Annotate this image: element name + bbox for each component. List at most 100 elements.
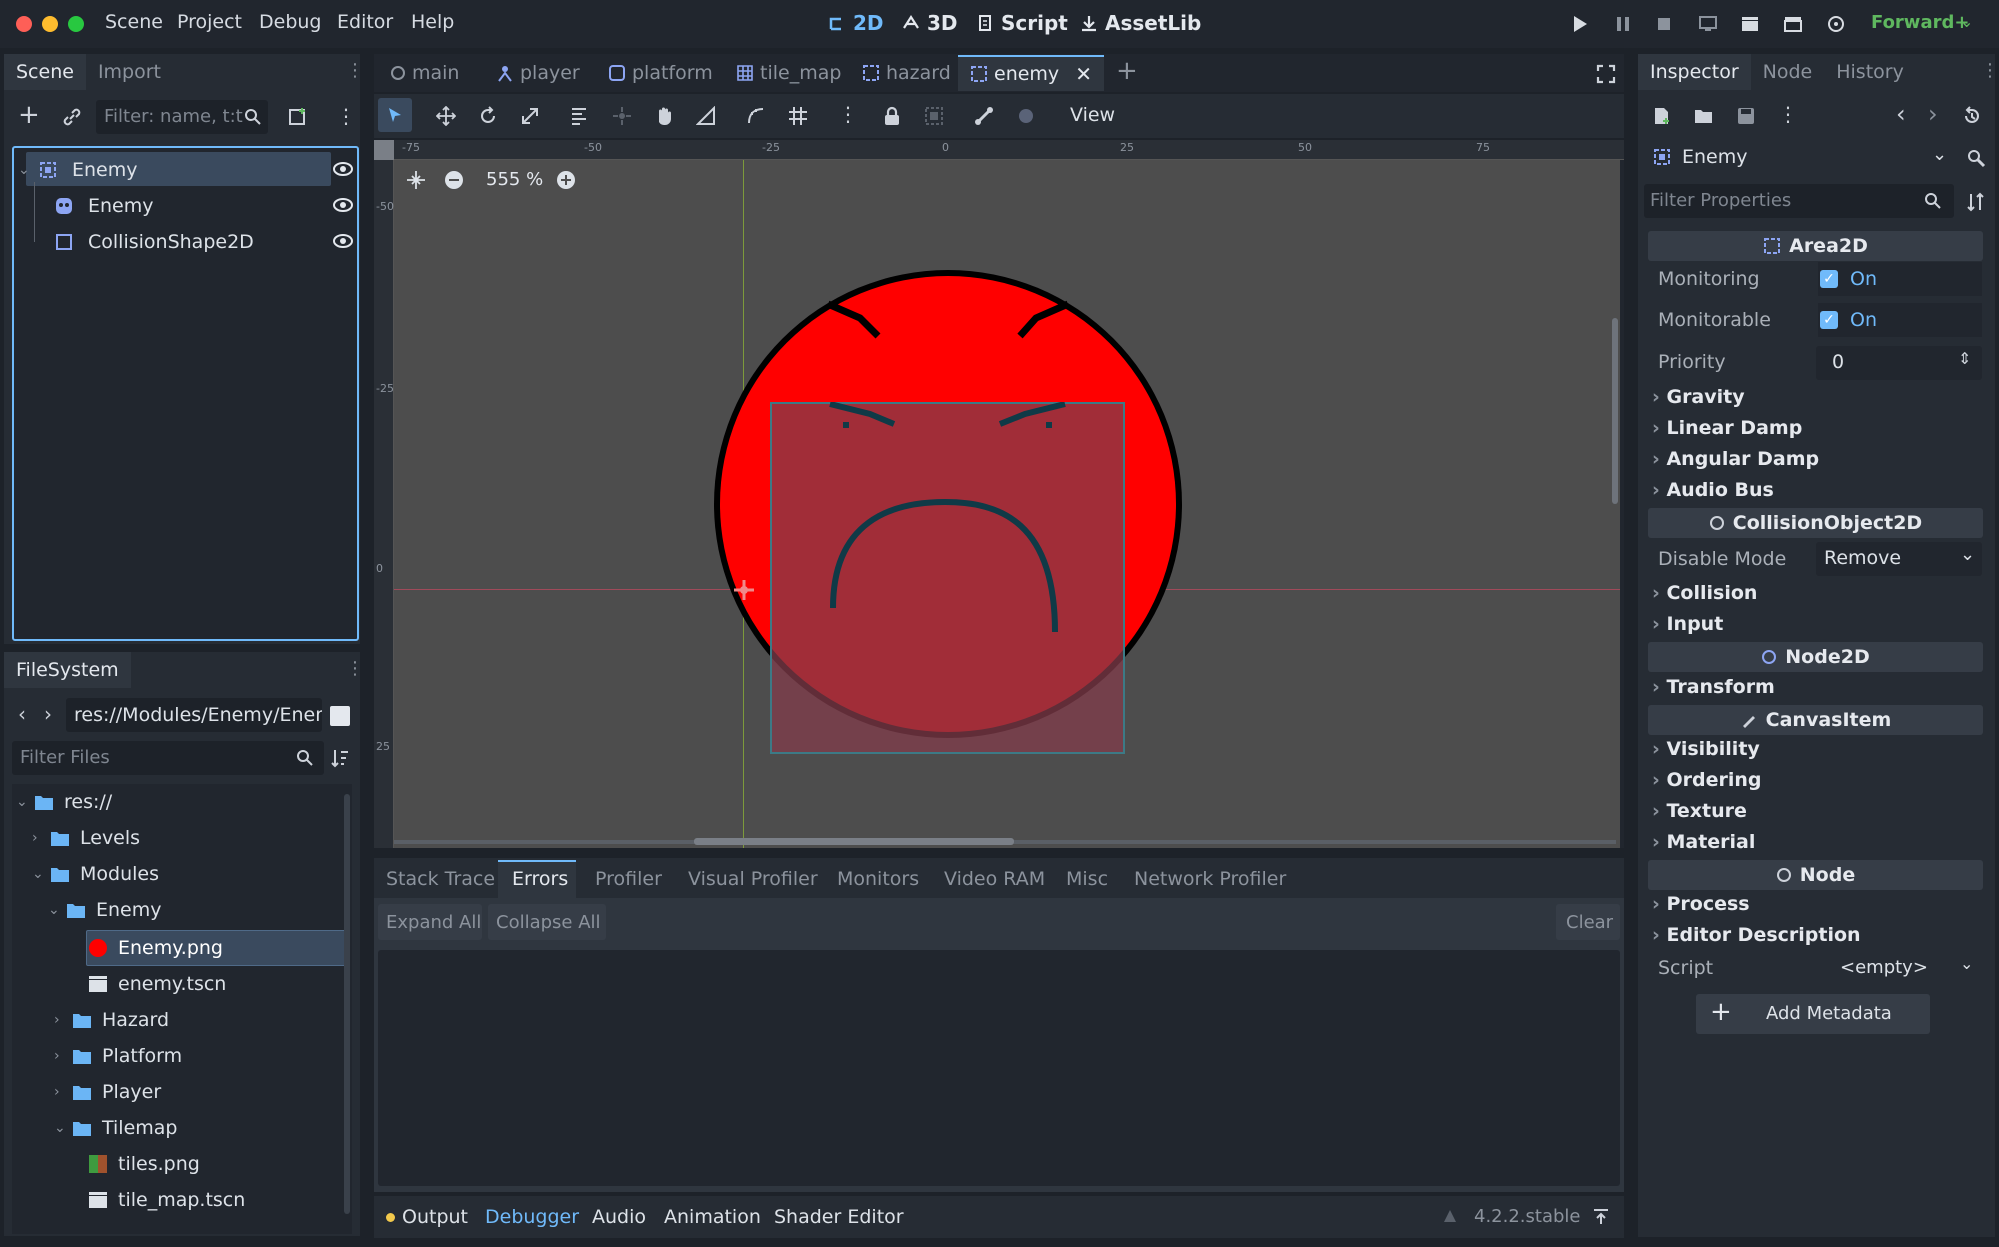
- bottom-tab-audio[interactable]: Audio: [592, 1206, 646, 1228]
- file-row-tile-map-tscn[interactable]: tile_map.tscn: [88, 1182, 245, 1218]
- file-row-platform[interactable]: › Platform: [54, 1038, 182, 1074]
- file-row-res[interactable]: ⌄ res://: [16, 784, 112, 820]
- tree-row-enemy-area[interactable]: ⌄ Enemy: [18, 152, 138, 188]
- group-linear-damp[interactable]: › Linear Damp: [1652, 417, 1802, 439]
- save-icon[interactable]: [1736, 106, 1756, 126]
- file-row-enemy-png[interactable]: Enemy.png: [88, 930, 223, 966]
- distraction-free-icon[interactable]: [1596, 64, 1616, 84]
- history-back-icon[interactable]: ‹: [1896, 100, 1906, 128]
- zoom-level[interactable]: 555 %: [486, 169, 543, 190]
- file-row-tiles-png[interactable]: tiles.png: [88, 1146, 200, 1182]
- tab-node[interactable]: Node: [1751, 54, 1825, 90]
- file-row-player[interactable]: › Player: [54, 1074, 161, 1110]
- movie-maker-button[interactable]: [1824, 13, 1848, 35]
- remote-debug-button[interactable]: [1696, 13, 1720, 35]
- filter-properties-input[interactable]: Filter Properties: [1644, 184, 1954, 218]
- snap-options-icon[interactable]: ⋮: [838, 102, 858, 126]
- more-options-icon[interactable]: ⋮: [1778, 102, 1798, 126]
- tab-filesystem[interactable]: FileSystem: [4, 652, 131, 688]
- particles-icon[interactable]: [1016, 106, 1036, 126]
- grid-snap-icon[interactable]: [788, 106, 808, 126]
- bottom-tab-shader-editor[interactable]: Shader Editor: [774, 1206, 904, 1228]
- add-node-icon[interactable]: +: [18, 102, 40, 128]
- visibility-eye-icon[interactable]: [332, 161, 354, 177]
- file-row-modules[interactable]: ⌄ Modules: [32, 856, 159, 892]
- mode-assetlib-button[interactable]: AssetLib: [1079, 11, 1201, 35]
- group-texture[interactable]: › Texture: [1652, 800, 1747, 822]
- back-icon[interactable]: ‹: [18, 702, 26, 726]
- debugger-tab-visual-profiler[interactable]: Visual Profiler: [688, 868, 818, 890]
- group-editor-description[interactable]: › Editor Description: [1652, 924, 1861, 946]
- priority-spinbox[interactable]: 0 ⇕: [1816, 346, 1982, 380]
- node-tool-icon[interactable]: [1966, 148, 1986, 168]
- tab-inspector[interactable]: Inspector: [1638, 54, 1751, 90]
- open-folder-icon[interactable]: [1694, 106, 1714, 126]
- section-collision-object2d[interactable]: CollisionObject2D: [1648, 508, 1983, 538]
- object-selector[interactable]: Enemy ⌄: [1644, 140, 1960, 174]
- debugger-tab-errors[interactable]: Errors: [512, 868, 568, 890]
- bottom-tab-debugger[interactable]: Debugger: [485, 1206, 579, 1228]
- debugger-tab-profiler[interactable]: Profiler: [595, 868, 662, 890]
- pivot-mode-icon[interactable]: [612, 106, 632, 126]
- group-input[interactable]: › Input: [1652, 613, 1723, 635]
- tab-import[interactable]: Import: [86, 54, 173, 90]
- add-metadata-button[interactable]: + Add Metadata: [1696, 994, 1930, 1034]
- debugger-tab-misc[interactable]: Misc: [1066, 868, 1108, 890]
- rotate-mode-icon[interactable]: [478, 106, 498, 126]
- menu-project[interactable]: Project: [177, 11, 242, 33]
- file-row-enemy-tscn[interactable]: enemy.tscn: [88, 966, 226, 1002]
- dock-menu-icon[interactable]: ⋮: [1981, 60, 1999, 81]
- scene-filter-input[interactable]: Filter: name, t:t: [96, 100, 268, 134]
- new-resource-icon[interactable]: [1652, 106, 1672, 126]
- disable-mode-select[interactable]: Remove ⌄: [1816, 542, 1982, 576]
- scene-options-icon[interactable]: ⋮: [336, 104, 356, 128]
- group-collision[interactable]: › Collision: [1652, 582, 1757, 604]
- errors-list[interactable]: [378, 950, 1620, 1186]
- scene-tab-player[interactable]: player: [484, 55, 592, 91]
- section-area2d[interactable]: Area2D: [1648, 231, 1983, 261]
- maximize-window-button[interactable]: [68, 16, 84, 32]
- tab-scene[interactable]: Scene: [4, 54, 86, 90]
- scale-mode-icon[interactable]: [520, 106, 540, 126]
- tab-history[interactable]: History: [1824, 54, 1916, 90]
- list-select-icon[interactable]: [570, 106, 590, 126]
- mode-2d-button[interactable]: 2D: [827, 11, 884, 35]
- section-node2d[interactable]: Node2D: [1648, 642, 1983, 672]
- link-icon[interactable]: [62, 107, 82, 127]
- group-process[interactable]: › Process: [1652, 893, 1750, 915]
- group-material[interactable]: › Material: [1652, 831, 1755, 853]
- zoom-in-icon[interactable]: [556, 170, 576, 190]
- file-row-enemy-folder[interactable]: ⌄ Enemy: [48, 892, 162, 928]
- scene-tab-platform[interactable]: platform: [596, 55, 725, 91]
- path-field[interactable]: res://Modules/Enemy/Enem: [66, 698, 322, 732]
- tree-row-collision-shape[interactable]: CollisionShape2D: [54, 224, 254, 260]
- menu-scene[interactable]: Scene: [105, 11, 163, 33]
- view-menu[interactable]: View: [1070, 104, 1115, 126]
- play-button[interactable]: [1568, 13, 1592, 35]
- move-mode-icon[interactable]: [436, 106, 456, 126]
- section-node[interactable]: Node: [1648, 860, 1983, 890]
- group-transform[interactable]: › Transform: [1652, 676, 1775, 698]
- menu-debug[interactable]: Debug: [259, 11, 321, 33]
- file-row-levels[interactable]: › Levels: [32, 820, 140, 856]
- debugger-tab-video-ram[interactable]: Video RAM: [944, 868, 1045, 890]
- mode-script-button[interactable]: Script: [975, 11, 1068, 35]
- dock-menu-icon[interactable]: ⋮: [346, 60, 364, 81]
- section-canvas-item[interactable]: CanvasItem: [1648, 705, 1983, 735]
- group-audio-bus[interactable]: › Audio Bus: [1652, 479, 1774, 501]
- lock-icon[interactable]: [882, 106, 902, 126]
- scene-tab-hazard[interactable]: hazard: [850, 55, 963, 91]
- stepper-icon[interactable]: ⇕: [1958, 349, 1971, 368]
- group-icon[interactable]: [924, 106, 944, 126]
- history-forward-icon[interactable]: ›: [1928, 100, 1938, 128]
- skeleton-bone-icon[interactable]: [974, 106, 994, 126]
- center-view-icon[interactable]: [406, 170, 426, 190]
- renderer-selector[interactable]: Forward+: [1871, 12, 1969, 33]
- group-angular-damp[interactable]: › Angular Damp: [1652, 448, 1819, 470]
- scene-tab-tile-map[interactable]: tile_map: [724, 55, 853, 91]
- group-ordering[interactable]: › Ordering: [1652, 769, 1762, 791]
- debugger-tab-monitors[interactable]: Monitors: [837, 868, 919, 890]
- dock-menu-icon[interactable]: ⋮: [346, 658, 364, 679]
- scene-tab-enemy[interactable]: enemy ✕: [958, 55, 1104, 91]
- visibility-eye-icon[interactable]: [332, 197, 354, 213]
